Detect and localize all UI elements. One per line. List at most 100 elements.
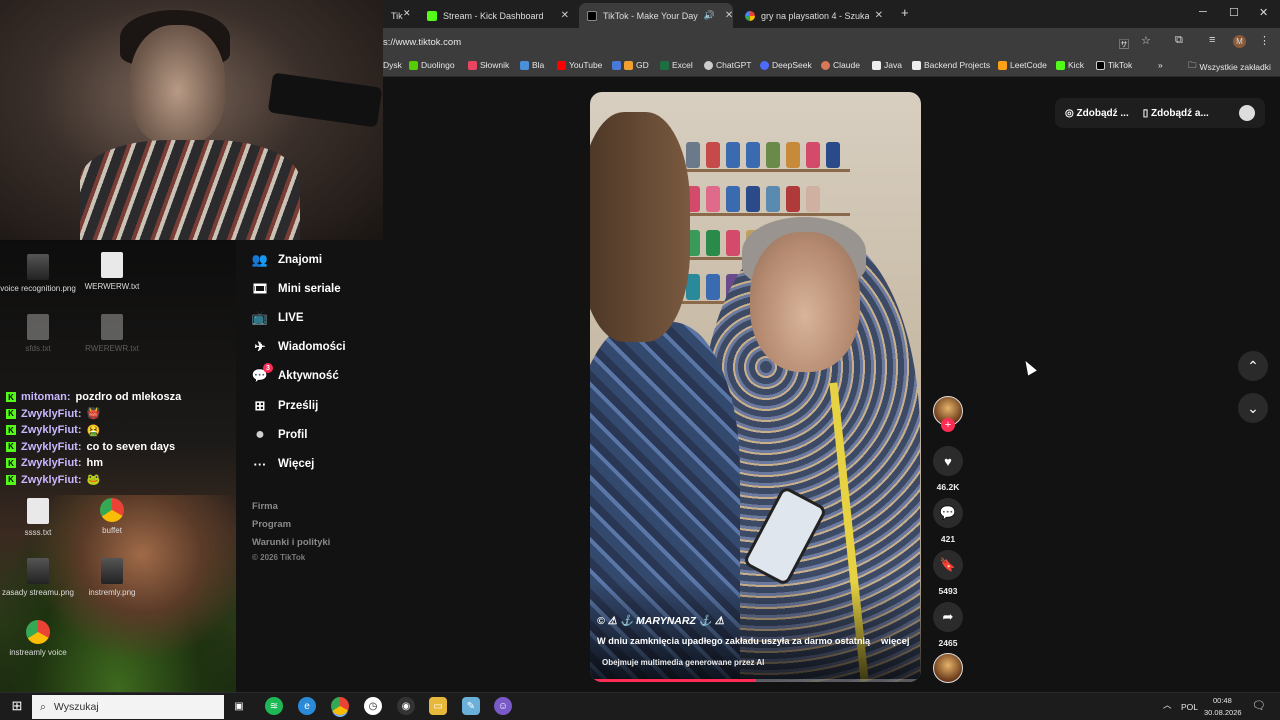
task-view-icon[interactable]: ▣ xyxy=(230,697,248,715)
language-indicator[interactable]: POL xyxy=(1181,702,1198,712)
webcam-overlay xyxy=(0,0,383,240)
previous-video-button[interactable]: ⌃ xyxy=(1238,351,1268,381)
desktop-icon[interactable]: voice recognition.png xyxy=(0,254,76,293)
streamer-shirt xyxy=(80,140,300,240)
close-icon[interactable]: ✕ xyxy=(875,10,883,21)
file-explorer-icon[interactable]: ▭ xyxy=(429,697,447,715)
clock-time[interactable]: 00:48 xyxy=(1213,696,1232,705)
next-video-button[interactable]: ⌄ xyxy=(1238,393,1268,423)
bookmark[interactable]: Claude xyxy=(821,60,860,70)
account-avatar[interactable]: M xyxy=(1233,35,1246,48)
user-avatar[interactable] xyxy=(1239,105,1255,121)
spotify-icon[interactable]: ≋ xyxy=(265,697,283,715)
author-avatar-button[interactable]: + xyxy=(933,396,963,436)
desktop-icon[interactable]: ssss.txt xyxy=(0,498,76,537)
image-file-icon xyxy=(27,558,49,584)
tray-chevron-icon[interactable]: ︿ xyxy=(1163,699,1172,711)
bookmark[interactable]: Excel xyxy=(660,60,693,70)
bookmark[interactable]: LeetCode xyxy=(998,60,1047,70)
bookmark[interactable]: GD xyxy=(612,60,649,70)
get-coins-button[interactable]: ◎ Zdobądź ... xyxy=(1065,108,1129,119)
edge-icon[interactable]: e xyxy=(298,697,316,715)
obs-icon[interactable]: ◉ xyxy=(397,697,415,715)
video-author[interactable]: © ⚠ ⚓ MARYNARZ ⚓ ⚠ xyxy=(597,614,724,627)
footer-link[interactable]: Warunki i polityki xyxy=(252,537,330,548)
bookmark[interactable]: ChatGPT xyxy=(704,60,751,70)
taskbar-search[interactable]: ⌕ Wyszukaj xyxy=(32,695,224,719)
video-progress-bar[interactable] xyxy=(594,679,917,682)
bookmark[interactable]: Backend Projects xyxy=(912,60,990,70)
nav-item-more[interactable]: ··· Więcej xyxy=(252,456,315,472)
nav-item-friends[interactable]: 👥 Znajomi xyxy=(252,252,322,268)
nav-item-upload[interactable]: ⊞ Prześlij xyxy=(252,398,319,414)
media-icon[interactable]: ≡ xyxy=(1209,34,1215,46)
browser-tab[interactable]: Stream - Kick Dashboard ✕ xyxy=(419,3,577,28)
desktop-icon[interactable]: RWEREWR.txt xyxy=(74,314,150,353)
nav-item-profile[interactable]: ● Profil xyxy=(252,426,307,443)
bookmark-icon xyxy=(872,60,881,70)
text-file-icon xyxy=(27,314,49,340)
chrome-icon[interactable] xyxy=(331,697,349,715)
desktop-icon[interactable]: instremly.png xyxy=(74,558,150,597)
sound-disc-icon xyxy=(933,653,963,683)
footer-link[interactable]: Program xyxy=(252,519,291,530)
bookmark[interactable]: YouTube xyxy=(557,60,602,70)
extensions-icon[interactable]: ⧉ xyxy=(1175,34,1183,47)
all-bookmarks-button[interactable]: 🗀 Wszystkie zakładki xyxy=(1188,60,1271,74)
desktop-icon[interactable]: WERWERW.txt xyxy=(74,252,150,291)
nav-item-messages[interactable]: ✈ Wiadomości xyxy=(252,339,346,355)
menu-icon[interactable]: ⋮ xyxy=(1259,34,1270,47)
desktop-icon[interactable]: instreamly voice xyxy=(0,620,76,657)
bookmarks-more-button[interactable]: » xyxy=(1158,60,1163,70)
bookmark[interactable]: Dysk xyxy=(383,60,402,70)
browser-tab[interactable]: gry na playsation 4 - Szukaj w G ✕ xyxy=(737,3,891,28)
film-icon: 🎞 xyxy=(251,281,269,296)
translate-icon[interactable]: 🈂 xyxy=(1119,36,1129,51)
bookmark[interactable]: Bla xyxy=(520,60,544,70)
app-icon[interactable]: ☺ xyxy=(494,697,512,715)
follow-plus-icon[interactable]: + xyxy=(941,418,955,432)
comment-button[interactable]: 💬 421 xyxy=(933,498,963,544)
star-icon[interactable]: ☆ xyxy=(1141,34,1151,47)
clock-icon[interactable]: ◷ xyxy=(364,697,382,715)
share-button[interactable]: ➦ 2465 xyxy=(933,602,963,648)
save-button[interactable]: 🔖 5493 xyxy=(933,550,963,596)
speaker-icon[interactable]: 🔊 xyxy=(704,10,715,21)
bookmark[interactable]: DeepSeek xyxy=(760,60,812,70)
close-icon[interactable]: ✕ xyxy=(561,10,569,21)
nav-item-mini-series[interactable]: 🎞 Mini seriale xyxy=(252,281,341,297)
desktop-icon[interactable]: sfds.txt xyxy=(0,314,76,353)
windows-start-icon[interactable]: ⊞ xyxy=(8,697,26,715)
heart-icon xyxy=(624,60,633,70)
bookmark[interactable]: Słownik xyxy=(468,60,509,70)
footer-link[interactable]: Firma xyxy=(252,501,278,512)
close-icon[interactable]: ✕ xyxy=(725,10,733,21)
desktop-icon[interactable]: buffet xyxy=(74,498,150,535)
desktop-icon[interactable]: zasady streamu.png xyxy=(0,558,76,597)
bookmark[interactable]: Duolingo xyxy=(409,60,455,70)
text-file-icon xyxy=(101,314,123,340)
like-button[interactable]: ♥ 46.2K xyxy=(933,446,963,492)
nav-item-activity[interactable]: 💬 3 Aktywność xyxy=(252,363,339,384)
nav-item-live[interactable]: 📺 LIVE xyxy=(252,310,304,326)
tiktok-icon xyxy=(587,10,597,21)
notification-icon[interactable]: 🗨 xyxy=(1252,699,1266,712)
close-icon[interactable]: ✕ xyxy=(403,8,411,19)
minimize-button[interactable]: ─ xyxy=(1199,6,1207,18)
bookmark[interactable]: TikTok xyxy=(1096,60,1132,70)
caption-more-link[interactable]: więcej xyxy=(881,636,910,647)
live-icon: 📺 xyxy=(251,310,269,325)
bookmark[interactable]: Kick xyxy=(1056,60,1084,70)
video-player[interactable]: © ⚠ ⚓ MARYNARZ ⚓ ⚠ W dniu zamknięcia upa… xyxy=(590,92,921,682)
window-close-button[interactable]: ✕ xyxy=(1259,6,1268,19)
music-disc[interactable] xyxy=(933,653,963,683)
bookmark[interactable]: Java xyxy=(872,60,902,70)
maximize-button[interactable]: ☐ xyxy=(1229,6,1239,19)
get-app-button[interactable]: ▯ Zdobądź a... xyxy=(1143,108,1209,119)
new-tab-button[interactable]: + xyxy=(901,5,909,20)
url-field[interactable]: s://www.tiktok.com xyxy=(383,34,1103,51)
notepad-icon[interactable]: ✎ xyxy=(462,697,480,715)
clock-date[interactable]: 30.08.2026 xyxy=(1204,708,1242,717)
text-file-icon xyxy=(101,252,123,278)
browser-tab-active[interactable]: TikTok - Make Your Day 🔊 ✕ xyxy=(579,3,733,28)
